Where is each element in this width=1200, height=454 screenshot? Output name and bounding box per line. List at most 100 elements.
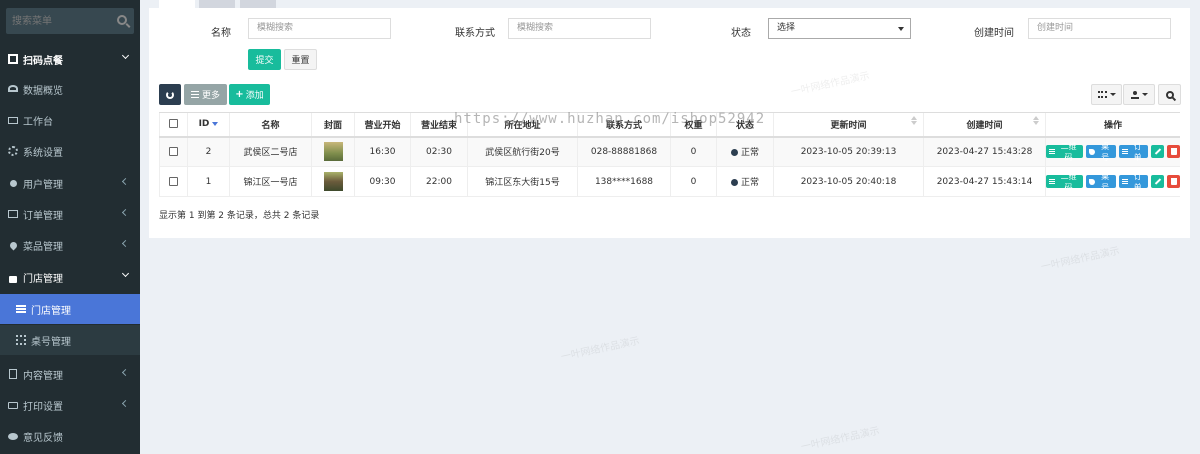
grid-icon (16, 335, 26, 345)
delete-button[interactable] (1167, 175, 1180, 188)
tab-3[interactable] (240, 0, 276, 8)
cell-ops: 二维码 桌号 订单 (1045, 136, 1180, 167)
filter-contact-input[interactable]: 模糊搜索 (508, 18, 651, 39)
edit-button[interactable] (1151, 175, 1165, 188)
cell-phone: 138****1688 (577, 166, 671, 197)
table-no-button[interactable]: 桌号 (1086, 142, 1116, 162)
sidebar-item-stores-group[interactable]: 门店管理 (0, 262, 140, 292)
row-actions: 二维码 桌号 订单 (1046, 172, 1180, 192)
sidebar-item-label: 意见反馈 (23, 432, 63, 444)
cell-open: 16:30 (354, 136, 411, 167)
columns-toggle-button[interactable] (1091, 84, 1122, 105)
header-address: 所在地址 (467, 112, 578, 138)
sidebar-item-label: 门店管理 (23, 273, 63, 285)
export-icon (1130, 90, 1139, 99)
select-all-checkbox[interactable] (169, 119, 178, 129)
cell-ops: 二维码 桌号 订单 (1045, 166, 1180, 197)
status-dot-icon (730, 149, 738, 157)
chevron-left-icon (121, 177, 130, 186)
sort-icon (1033, 116, 1039, 125)
dashboard-icon (8, 84, 18, 92)
sidebar-item-dishes[interactable]: 菜品管理 (0, 230, 140, 260)
delete-button[interactable] (1167, 145, 1180, 159)
cell-updated: 2023-10-05 20:40:18 (773, 166, 924, 197)
sidebar-item-users[interactable]: 用户管理 (0, 168, 140, 198)
filter-status-select[interactable]: 选择 (768, 18, 911, 39)
sidebar-item-label: 订单管理 (23, 210, 63, 222)
tab-active[interactable] (159, 0, 195, 8)
cell-close: 02:30 (410, 136, 468, 167)
table-search-button[interactable] (1158, 84, 1181, 105)
sidebar-item-print[interactable]: 打印设置 (0, 390, 140, 420)
select-all-cell (159, 112, 188, 138)
add-button[interactable]: + 添加 (229, 84, 270, 105)
sidebar-search (0, 0, 140, 42)
lock-icon (9, 275, 17, 283)
cell-address: 锦江区东大街15号 (467, 166, 578, 197)
order-button[interactable]: 订单 (1118, 172, 1149, 192)
filter-created-input[interactable]: 创建时间 (1028, 18, 1171, 39)
table-header-row: ID 名称 封面 营业开始 营业结束 所在地址 联系方式 权重 状态 更新时间 … (159, 112, 1180, 138)
row-select-cell (159, 136, 188, 167)
cell-status: 正常 (716, 136, 774, 167)
cell-cover (311, 136, 355, 167)
sidebar-item-tables[interactable]: 桌号管理 (0, 325, 140, 355)
qrcode-button[interactable]: 二维码 (1046, 172, 1084, 192)
qrcode-button-label: 二维码 (1060, 171, 1077, 192)
reset-button[interactable]: 重置 (284, 49, 317, 70)
row-checkbox[interactable] (169, 176, 178, 186)
list-icon (16, 305, 26, 313)
sidebar-item-content[interactable]: 内容管理 (0, 359, 140, 389)
sidebar-item-orders[interactable]: 订单管理 (0, 199, 140, 229)
fire-icon (8, 240, 19, 250)
header-cover: 封面 (311, 112, 355, 138)
cell-status: 正常 (716, 166, 774, 197)
sidebar-item-settings[interactable]: 系统设置 (0, 136, 140, 166)
comment-icon (8, 432, 18, 440)
cell-id: 1 (187, 166, 230, 197)
tab-2[interactable] (199, 0, 235, 8)
more-button[interactable]: 更多 (184, 84, 227, 105)
edit-button[interactable] (1151, 145, 1165, 159)
print-icon (8, 401, 18, 409)
sidebar-search-box (6, 8, 134, 34)
add-button-label: 添加 (245, 91, 264, 101)
row-checkbox[interactable] (169, 146, 178, 156)
sort-icon (911, 116, 917, 125)
order-button-label: 订单 (1133, 171, 1142, 192)
sidebar-item-feedback[interactable]: 意见反馈 (0, 421, 140, 451)
order-button[interactable]: 订单 (1118, 142, 1149, 162)
sort-desc-icon (212, 121, 219, 126)
table-row: 1 锦江区一号店 09:30 22:00 锦江区东大街15号 138****16… (159, 166, 1180, 197)
export-button[interactable] (1123, 84, 1155, 105)
chevron-left-icon (121, 399, 130, 408)
cell-created: 2023-04-27 15:43:14 (923, 166, 1046, 197)
table-no-button[interactable]: 桌号 (1086, 172, 1116, 192)
submit-button[interactable]: 提交 (248, 49, 281, 70)
gear-icon (8, 146, 18, 156)
header-id[interactable]: ID (187, 112, 230, 138)
sidebar-item-dashboard[interactable]: 数据概览 (0, 74, 140, 104)
header-updated[interactable]: 更新时间 (773, 112, 924, 138)
sidebar-item-stores[interactable]: 门店管理 (0, 294, 140, 324)
search-icon[interactable] (117, 15, 127, 25)
qrcode-icon (8, 54, 18, 64)
cover-image[interactable] (323, 172, 343, 191)
sidebar-item-workbench[interactable]: 工作台 (0, 105, 140, 135)
header-created-label: 创建时间 (966, 120, 1003, 131)
main-content: 名称 模糊搜索 联系方式 模糊搜索 状态 选择 创建时间 创建时间 提交 重置 … (140, 0, 1200, 454)
qrcode-button[interactable]: 二维码 (1046, 142, 1084, 162)
order-button-label: 订单 (1133, 141, 1142, 162)
table-row: 2 武侯区二号店 16:30 02:30 武侯区航行街20号 028-88881… (159, 136, 1180, 167)
sidebar-item-scan-order[interactable]: 扫码点餐 (0, 44, 140, 74)
row-actions: 二维码 桌号 订单 (1046, 142, 1180, 162)
cover-image[interactable] (323, 142, 343, 162)
filter-name-input[interactable]: 模糊搜索 (248, 18, 391, 39)
pencil-icon (1154, 178, 1162, 185)
tag-icon (1089, 178, 1096, 185)
refresh-button[interactable] (159, 84, 181, 105)
header-name: 名称 (229, 112, 312, 138)
sidebar-search-input[interactable] (6, 8, 106, 34)
user-icon (10, 179, 17, 187)
header-created[interactable]: 创建时间 (923, 112, 1046, 138)
